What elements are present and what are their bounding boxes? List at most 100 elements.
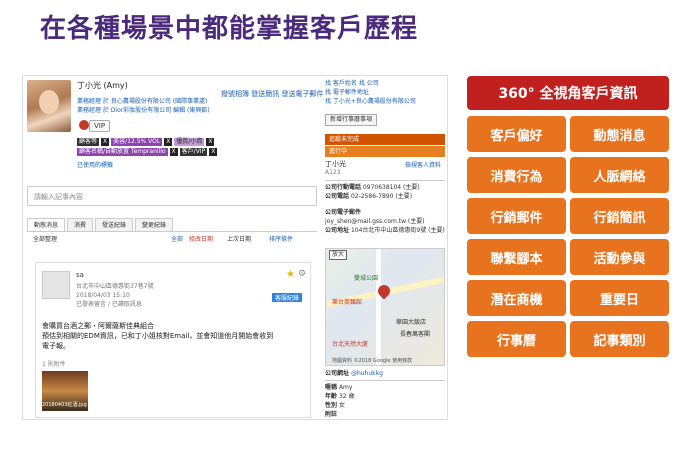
age-label: 年齡 [325,393,338,400]
age-row: 年齡 32 歲 [325,393,354,401]
post-text: 會購買台酒之郵・阿爾薩斯佳典組合 預估到相關的EDM資訊，已和丁小姐核對Emai… [42,322,274,350]
email-value[interactable]: joy_shen@mail.gss.com.tw (主要) [325,218,425,226]
feature-network[interactable]: 人脈網絡 [570,157,669,193]
used-tags-link[interactable]: 已使用的標籤 [77,162,113,170]
search-link-1[interactable]: 找 客戶姓名 找 公司 [325,80,379,88]
new-todo-button[interactable]: 新增行事曆事項 [325,114,378,126]
filter-date[interactable]: 修改日期 [189,236,213,244]
tab-change-log[interactable]: 變更紀錄 [135,218,174,231]
note-input[interactable]: 請輸入記事內容 [27,186,317,206]
tab-news[interactable]: 動態消息 [27,218,66,231]
sort-button[interactable]: 排序條件 [269,236,293,244]
map-road [376,249,381,365]
title-line-1[interactable]: 業務經理 於 良心農場股份有限公司 (國際事業處) [77,98,207,106]
post-author[interactable]: sa [76,271,84,280]
search-link-3[interactable]: 找 丁小光+良心農場股份有限公司 [325,98,416,106]
tag-row-2: 顧客名稱/自動放置 Tempranillo X 客戶/VIP X [77,148,218,156]
tag[interactable]: 優質/小資 [174,138,205,146]
tag-remove[interactable]: X [101,138,110,146]
location-map[interactable]: 雙城公園 樂台萊麵館 華園大飯店 長春萬客閣 台北天然大廈 地圖資料 ©2018… [325,248,445,366]
feed-tabs: 動態消息 消費 發送紀錄 變更紀錄 [27,218,317,232]
feature-360-button[interactable]: 360° 全視角客戶資訊 [467,76,669,110]
post-meta: 已發表留言 / 已讀取訊息 [76,301,142,308]
feature-customer-preference[interactable]: 客戶偏好 [467,116,566,152]
feature-marketing-sms[interactable]: 行銷簡訊 [570,198,669,234]
crm-screenshot: 丁小光 (Amy) 撥號相簿 發送簡訊 發送電子郵件 業務經理 於 良心農場股份… [22,75,448,420]
feature-opportunities[interactable]: 潛在商機 [467,280,566,316]
feature-news[interactable]: 動態消息 [570,116,669,152]
tel-label: 公司電話 [325,193,350,200]
vip-icon [79,120,89,130]
mobile-row: 公司行動電話 0970638104 (主要) [325,184,420,192]
address-label: 公司地址 [325,227,350,234]
divider [325,380,445,381]
url-row: 公司網址 @huhukkg [325,370,383,378]
filter-all[interactable]: 全部 [171,236,183,244]
tag-remove[interactable]: X [164,138,173,146]
feed-post-card: sa 台北市中山區德惠街37巷7號 2018/04/03 15:10 已發表留言… [35,262,311,418]
view-contact-link[interactable]: 檢視客人資料 [405,162,441,170]
gear-icon[interactable]: ⚙ [298,269,306,279]
vip-badge: VIP [89,120,111,132]
feature-contact-script[interactable]: 聯繫腳本 [467,239,566,275]
customer-name: 丁小光 (Amy) [77,81,128,90]
url-label: 公司網址 [325,370,350,377]
feature-grid: 客戶偏好 動態消息 消費行為 人脈網絡 行銷郵件 行銷簡訊 聯繫腳本 活動參與 … [467,116,669,357]
map-label: 長春萬客閣 [400,331,431,338]
post-avatar [42,271,70,299]
address-row: 公司地址 104台北市中山區德惠街9號 (主要) [325,227,445,235]
feature-marketing-email[interactable]: 行銷郵件 [467,198,566,234]
tel-row: 公司電話 02-2586-7890 (主要) [325,193,412,201]
feature-event-participation[interactable]: 活動參與 [570,239,669,275]
divider [325,180,445,181]
mobile-value[interactable]: 0970638104 (主要) [363,184,420,191]
customer-avatar [27,80,71,132]
feature-calendar[interactable]: 行事曆 [467,321,566,357]
address-value[interactable]: 104台北市中山區德惠街9號 (主要) [351,227,445,234]
email-label: 公司電子郵件 [325,209,362,216]
age-value: 32 歲 [338,393,355,400]
toolbar-left[interactable]: 全部整理 [33,236,57,244]
gender-label: 性別 [325,402,338,409]
contact-action-links[interactable]: 撥號相簿 發送簡訊 發送電子郵件 [221,90,323,99]
activity-followup[interactable]: 追蹤未完成 [325,134,445,145]
nick-label: 暱稱 [325,384,338,391]
star-icon[interactable]: ★ [286,269,295,280]
note-row: 附註 [325,411,338,418]
tag[interactable]: 美容/12.5% VOL [111,138,163,146]
map-label: 樂台萊麵館 [332,299,363,306]
contact-code: A123 [325,169,341,176]
right-panel: 找 客戶姓名 找 公司 找 電子郵件地址 找 丁小光+良心農場股份有限公司 新增… [325,76,447,419]
attachment-count: 1 則附件 [42,361,66,368]
filter-type[interactable]: 上次日期 [227,236,251,244]
mobile-label: 公司行動電話 [325,184,362,191]
post-category-badge: 客服紀錄 [272,293,303,302]
tel-value[interactable]: 02-2586-7890 (主要) [351,193,412,200]
url-value[interactable]: @huhukkg [351,370,383,377]
attachment-caption: 20180403紅酒.jpg [42,402,87,408]
post-time: 2018/04/03 15:10 [76,292,130,299]
tag-remove[interactable]: X [209,148,218,156]
feature-purchase-behavior[interactable]: 消費行為 [467,157,566,193]
tag-remove[interactable]: X [206,138,215,146]
feature-note-categories[interactable]: 記事類別 [570,321,669,357]
tab-purchase[interactable]: 消費 [67,218,94,231]
tag-remove[interactable]: X [169,148,178,156]
tag-row-1: 顧客等 X 美容/12.5% VOL X 優質/小資 X [77,138,215,146]
activity-inprogress[interactable]: 進行中 [325,146,445,157]
map-zoom-button[interactable]: 放大 [329,250,348,260]
title-line-2[interactable]: 業務經理 於 Dior彩妝股份有限公司 編輯 (東興館) [77,107,210,115]
feature-important-dates[interactable]: 重要日 [570,280,669,316]
gender-value: 女 [338,402,345,409]
map-footer: 地圖資料 ©2018 Google 使用條款 [332,358,413,364]
nick-value: Amy [338,384,353,391]
tag[interactable]: 顧客等 [77,138,100,146]
tab-send-log[interactable]: 發送紀錄 [95,218,134,231]
tag[interactable]: 客戶/VIP [179,148,208,156]
map-label: 雙城公園 [354,275,379,282]
gender-row: 性別 女 [325,402,345,410]
map-label: 華園大飯店 [396,319,427,326]
search-link-2[interactable]: 找 電子郵件地址 [325,89,369,97]
page-headline: 在各種場景中都能掌握客戶歷程 [40,14,419,44]
tag[interactable]: 顧客名稱/自動放置 Tempranillo [77,148,168,156]
